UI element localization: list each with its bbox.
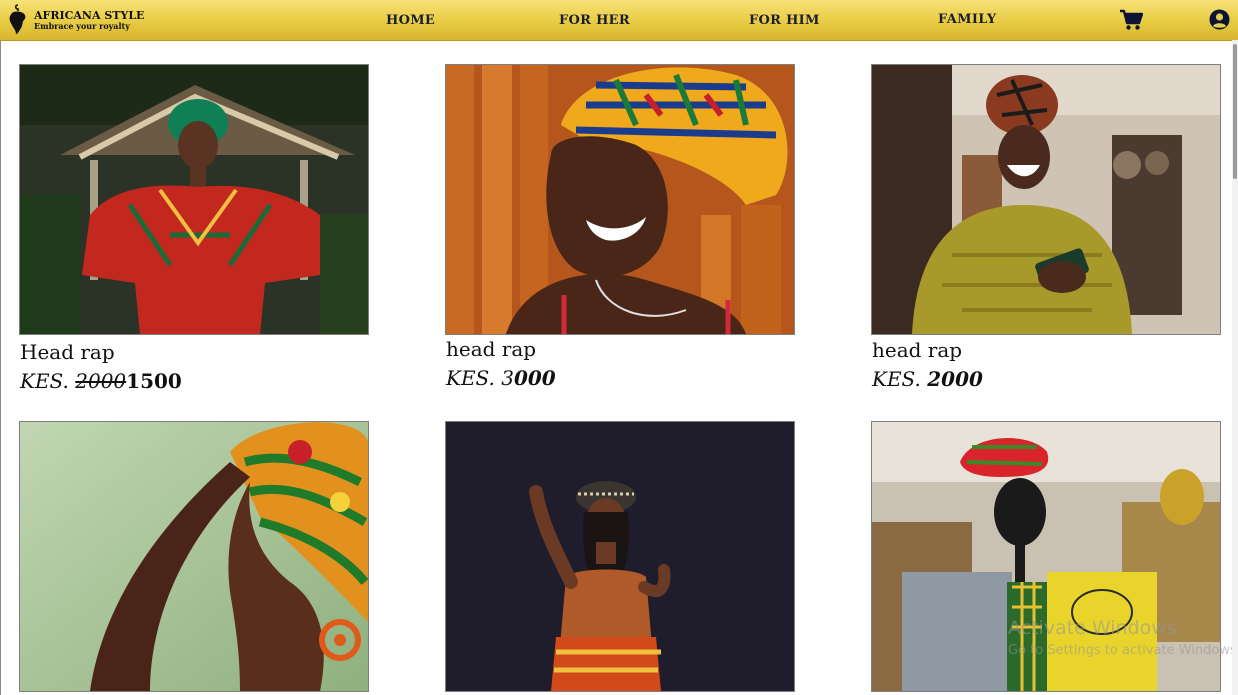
product-image-5[interactable] <box>445 421 795 692</box>
brand-name: AFRICANA STYLE <box>34 9 145 22</box>
vertical-scrollbar[interactable] <box>1232 40 1238 695</box>
activate-windows-subtitle: Go to Settings to activate Windows. <box>1008 643 1233 658</box>
product-title-3: head rap <box>872 338 963 362</box>
cart-icon[interactable] <box>1119 9 1143 31</box>
current-price: 2000 <box>927 367 983 391</box>
product-image-2[interactable] <box>445 64 795 335</box>
brand-tagline: Embrace your royalty <box>34 21 130 31</box>
product-image-4[interactable] <box>19 421 369 692</box>
page-border <box>0 40 1 695</box>
product-image-1[interactable] <box>19 64 369 335</box>
nav-home[interactable]: HOME <box>386 13 435 28</box>
product-title-1: Head rap <box>20 340 115 364</box>
top-navbar: AFRICANA STYLE Embrace your royalty HOME… <box>0 0 1238 41</box>
product-title-2: head rap <box>446 337 537 361</box>
activate-windows-title: Activate Windows <box>1008 617 1177 639</box>
nav-for-her[interactable]: FOR HER <box>559 13 630 28</box>
old-price: 2000 <box>75 369 127 393</box>
current-price: 000 <box>513 366 556 390</box>
product-image-3[interactable] <box>871 64 1221 335</box>
user-circle-icon[interactable] <box>1209 9 1230 30</box>
nav-family[interactable]: FAMILY <box>938 12 996 27</box>
africa-hanger-icon <box>9 4 26 34</box>
nav-for-him[interactable]: FOR HIM <box>749 13 820 28</box>
product-price-1: KES. 20001500 <box>20 369 182 393</box>
current-price: 1500 <box>126 369 182 393</box>
brand[interactable]: AFRICANA STYLE Embrace your royalty <box>6 2 144 38</box>
product-price-3: KES. 2000 <box>872 367 983 391</box>
product-price-2: KES. 3000 <box>446 366 556 390</box>
scrollbar-thumb[interactable] <box>1233 44 1237 179</box>
